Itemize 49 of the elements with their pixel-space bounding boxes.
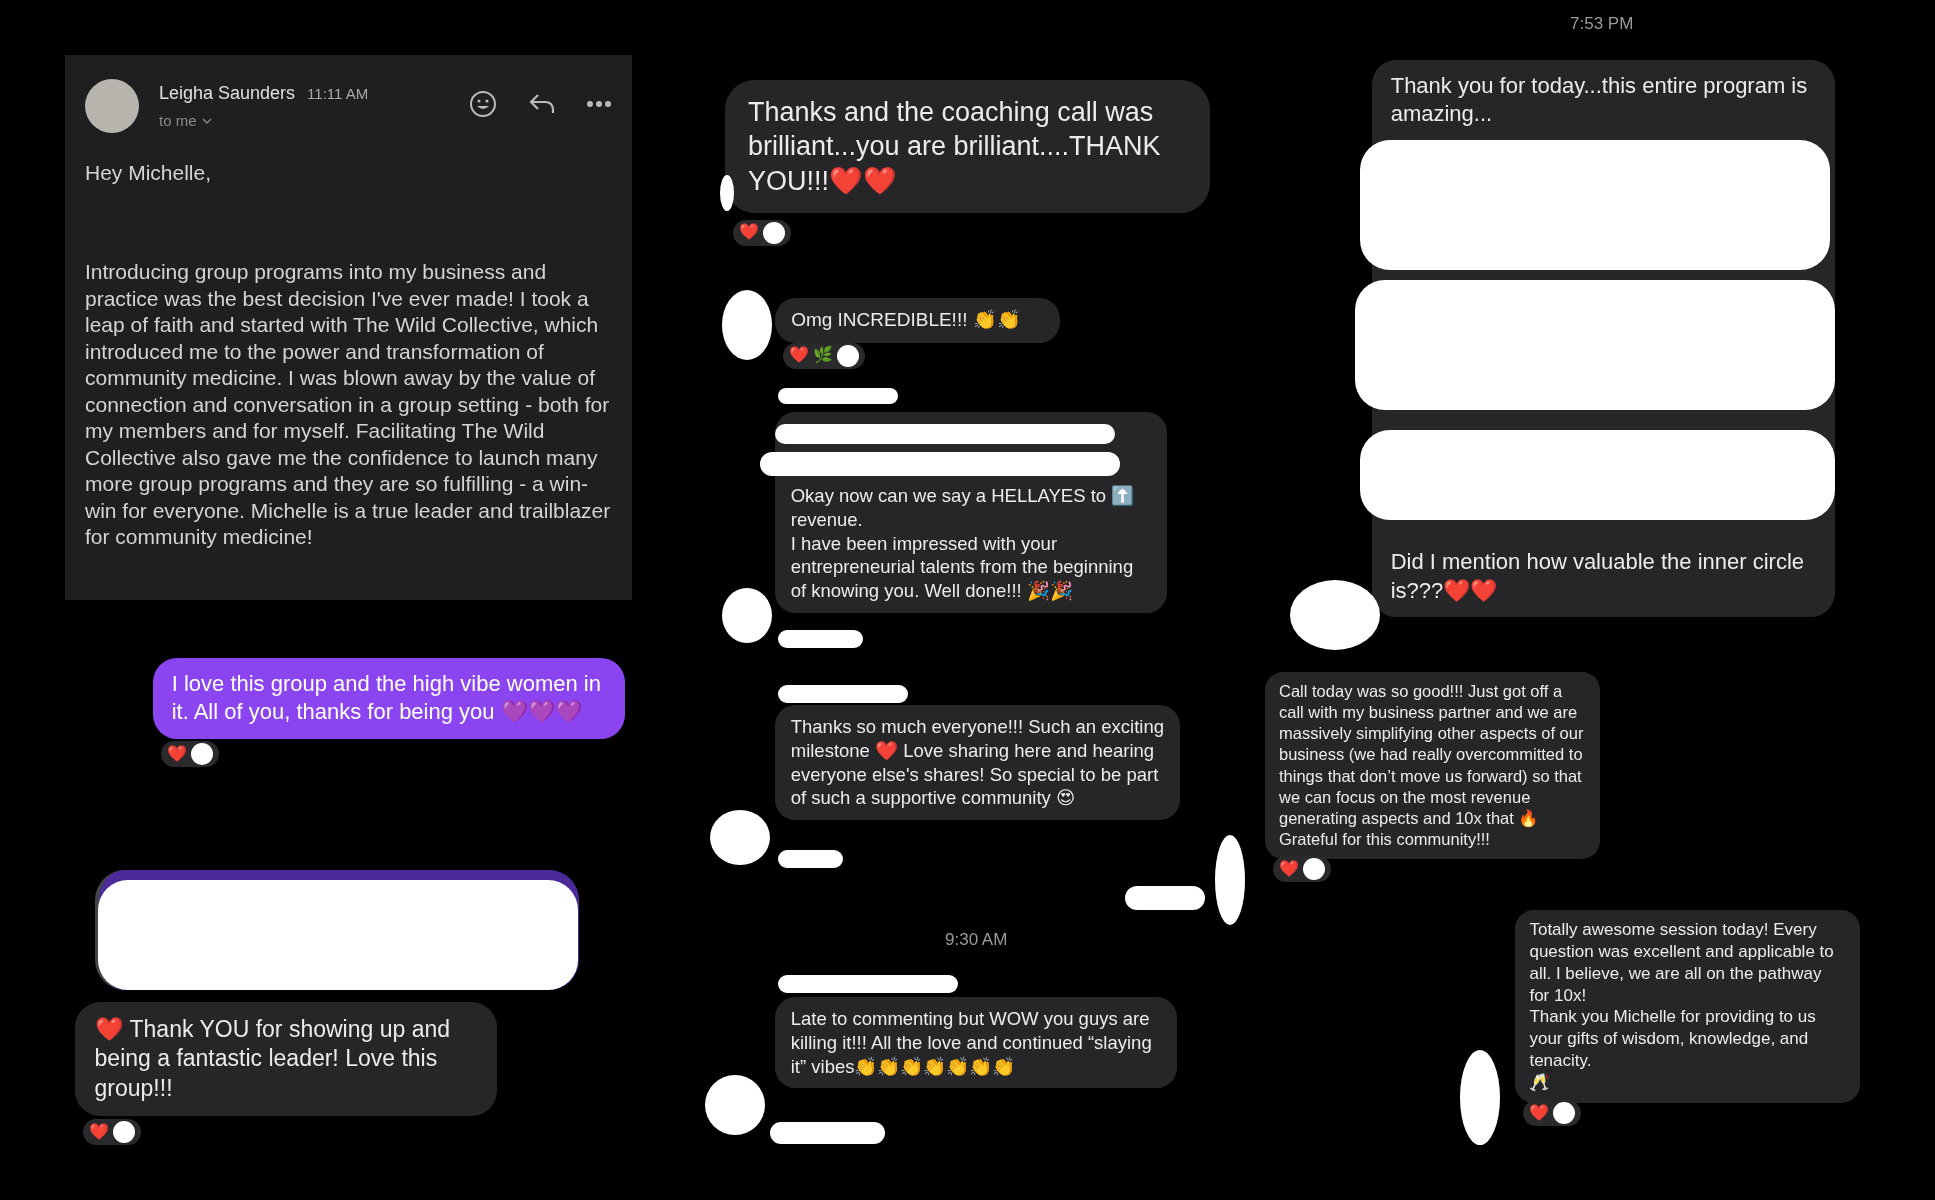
redaction-scribble [191,742,213,765]
chevron-down-icon [201,116,212,125]
message-text: Thank you for today...this entire program is amazing... [1390,72,1809,129]
message-text: Thanks so much everyone!!! Such an exciting milestone ❤ Love sharing here and hearing everyone else's shares! So special to be part of such a supportive community 😍 [790,715,1165,810]
message-time: 7:53 PM [1570,14,1634,34]
reaction-pill[interactable]: ❤ [1523,1100,1581,1127]
more-icon[interactable] [586,100,612,108]
sender-name: Leigha Saunders [159,83,296,104]
redaction-scribble [778,850,843,868]
message-text: Did I mention how valuable the inner circle is???❤❤ [1390,548,1805,605]
message-text: Totally awesome session today! Every question was excellent and applicable to all. I believe, we are all on the pathway for 10x! [1529,919,1835,1007]
email-greeting: Hey Michelle, [85,161,213,185]
redaction-scribble [763,221,785,244]
redaction-scribble [113,1121,135,1143]
redaction-scribble [1553,1102,1575,1125]
avatar-photo-placeholder [85,79,139,133]
redaction-scribble [720,175,734,211]
reaction-emoji: ❤ [167,743,187,764]
message-text: Omg INCREDIBLE!!! 👏👏 [791,308,1022,333]
redaction-scribble [722,588,772,643]
message-text: Call today was so good!!! Just got off a call with my business partner and we are massively simplifying other aspects of our business (we had really overcommitted to things that don’t move us forward) so that we can focus on the most revenue generating aspects and 10x that 🔥 Grateful for this community!!! [1279,681,1585,850]
reaction-pill[interactable]: ❤ [733,219,791,246]
redaction-scribble [837,344,859,367]
reaction-pill[interactable]: ❤ 🌿 [783,342,865,369]
reaction-pill[interactable]: ❤ [1273,856,1331,883]
email-body: Introducing group programs into my business and practice was the best decision I've ever made! I took a leap of faith and started with The Wild Collective, which introduced me to the power and transformation of community medicine. I was blown away by the value of connection and conversation in a group setting - both for my members and for myself. Facilitating The Wild Collective also gave me the confidence to launch many more group programs and they are so fulfilling - a win-win for everyone. Michelle is a true leader and trailblazer for community medicine! [85,259,612,550]
reaction-pill[interactable]: ❤ [161,740,219,767]
reaction-emoji: ❤ [739,222,759,243]
message-text: I have been impressed with your entrepreneurial talents from the beginning of knowing you. Well done!!! 🎉🎉 [790,531,1135,603]
message-text: Late to commenting but WOW you guys are killing it!!! All the love and continued “slaying it” vibes👏👏👏👏👏👏👏 [790,1007,1153,1079]
reaction-emoji: ❤ [1529,1102,1549,1123]
message-text: Thank you Michelle for providing to us your gifts of wisdom, knowledge, and tenacity. [1529,1006,1817,1072]
message-text: Okay now can we say a HELLAYES to ⬆ revenue. [790,484,1136,532]
message-text: Thanks and the coaching call was brilliant...you are brilliant....THANK YOU!!!❤❤ [747,95,1162,198]
emoji-icon[interactable] [468,89,498,119]
email-time: 11:11 AM [307,85,369,102]
redaction-scribble [705,1075,765,1135]
message-text: ❤ Thank YOU for showing up and being a fantastic leader! Love this group!!! [94,1014,451,1103]
recipient-dropdown[interactable]: to me [159,112,448,129]
reaction-emoji: 🌿 [813,345,833,366]
message-text: I love this group and the high vibe women in it. All of you, thanks for being you 💜💜💜 [171,670,602,727]
message-text: 🥂 [1529,1071,1552,1094]
reaction-emoji: ❤ [1279,859,1299,879]
reaction-emoji: ❤ [89,1121,109,1142]
reaction-pill[interactable]: ❤ [83,1119,141,1145]
reply-icon[interactable] [528,92,556,116]
reaction-emoji: ❤ [789,345,809,366]
message-time: 9:30 AM [945,930,1008,950]
redaction-scribble [1303,858,1325,881]
